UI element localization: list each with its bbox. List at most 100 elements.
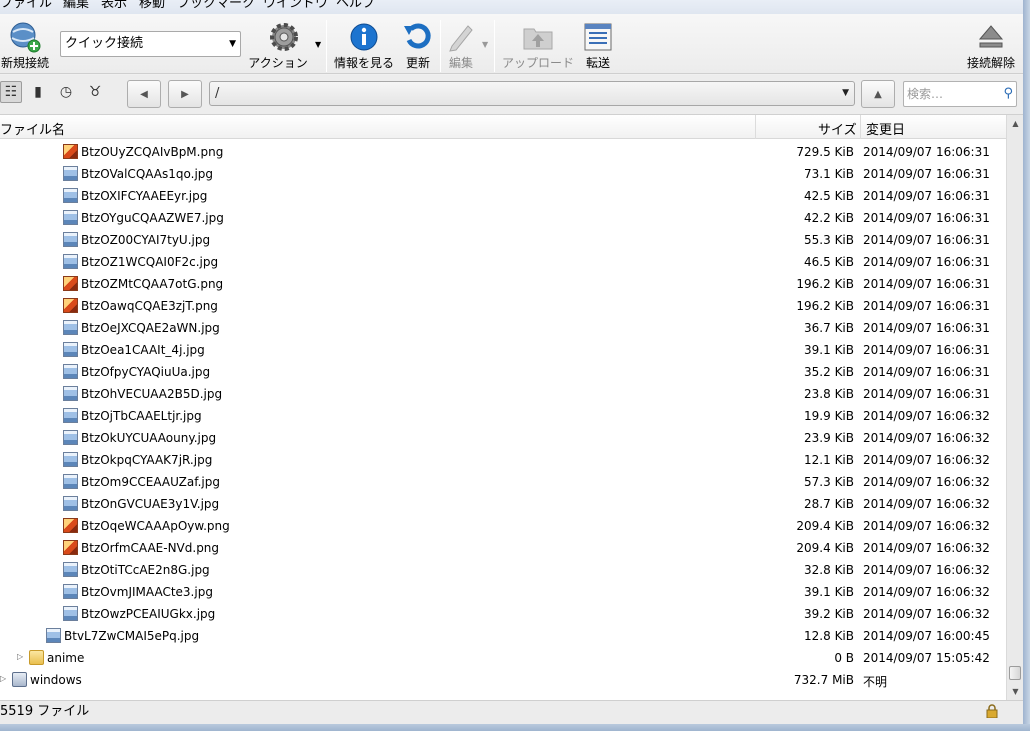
file-row[interactable]: BtzOXIFCYAAEEyr.jpg 42.5 KiB 2014/09/07 16… (0, 185, 1006, 207)
pencil-icon (449, 25, 473, 52)
file-name: BtzOwzPCEAIUGkx.jpg (81, 607, 216, 621)
file-name: BtzOfpyCYAQiuUa.jpg (81, 365, 211, 379)
info-button[interactable]: 情報を見る (334, 14, 394, 74)
file-row[interactable]: BtzOqeWCAAApOyw.png 209.4 KiB 2014/09/07 1… (0, 515, 1006, 537)
history-icon[interactable]: ◷ (55, 81, 77, 103)
vertical-scrollbar[interactable]: ▲ ▼ (1006, 115, 1023, 700)
file-size: 209.4 KiB (796, 519, 854, 533)
png-image-icon (63, 144, 78, 159)
action-label: アクション (248, 56, 308, 70)
file-modified-date: 2014/09/07 16:06:32 (863, 453, 990, 467)
file-row[interactable]: BtzOwzPCEAIUGkx.jpg 39.2 KiB 2014/09/07 16… (0, 603, 1006, 625)
file-count: 5519 ファイル (0, 704, 90, 719)
scroll-down-icon[interactable]: ▼ (1007, 683, 1024, 700)
file-name: windows (30, 673, 82, 687)
file-row[interactable]: BtzOZMtCQAA7otG.png 196.2 KiB 2014/09/07 1… (0, 273, 1006, 295)
back-button[interactable]: ◀ (127, 80, 161, 108)
menu-go[interactable]: 移動 (139, 0, 165, 12)
scroll-up-icon[interactable]: ▲ (1007, 115, 1024, 132)
toolbar-separator (440, 20, 441, 72)
file-modified-date: 2014/09/07 16:06:32 (863, 497, 990, 511)
file-row[interactable]: BtzOUyZCQAIvBpM.png 729.5 KiB 2014/09/07 1… (0, 141, 1006, 163)
file-modified-date: 2014/09/07 16:06:31 (863, 365, 990, 379)
new-connection-button[interactable]: 新規接続 (0, 14, 50, 74)
file-name: BtvL7ZwCMAI5ePq.jpg (64, 629, 200, 643)
transfer-button[interactable]: 転送 (580, 14, 616, 74)
column-header-size[interactable]: サイズ (818, 119, 857, 138)
file-row[interactable]: BtzOValCQAAs1qo.jpg 73.1 KiB 2014/09/07 16… (0, 163, 1006, 185)
file-size: 57.3 KiB (804, 475, 854, 489)
chevron-down-icon: ▼ (315, 40, 322, 49)
file-modified-date: 2014/09/07 16:06:32 (863, 541, 990, 555)
file-modified-date: 2014/09/07 16:06:31 (863, 167, 990, 181)
file-size: 196.2 KiB (796, 299, 854, 313)
file-row[interactable]: BtzOeJXCQAE2aWN.jpg 36.7 KiB 2014/09/07 16… (0, 317, 1006, 339)
jpg-image-icon (63, 474, 78, 489)
file-row[interactable]: BtzOYguCQAAZWE7.jpg 42.2 KiB 2014/09/07 16… (0, 207, 1006, 229)
file-row[interactable]: BtzOm9CCEAAUZaf.jpg 57.3 KiB 2014/09/07 16… (0, 471, 1006, 493)
search-icon: ⚲ (1003, 86, 1013, 101)
file-name: BtzOrfmCAAE-NVd.png (81, 541, 220, 555)
action-button[interactable]: アクション ▼ (244, 14, 324, 74)
file-row[interactable]: BtvL7ZwCMAI5ePq.jpg 12.8 KiB 2014/09/07 16… (0, 625, 1006, 647)
file-name: BtzOZ00CYAI7tyU.jpg (81, 233, 211, 247)
browser-view-icon[interactable]: ☷ (0, 81, 22, 103)
quick-connect-select[interactable]: クイック接続 ▼ (60, 31, 241, 57)
jpg-image-icon (63, 452, 78, 467)
upload-folder-icon (523, 28, 553, 50)
file-row[interactable]: BtzOjTbCAAELtjr.jpg 19.9 KiB 2014/09/07 16… (0, 405, 1006, 427)
drive-icon (12, 672, 27, 687)
parent-directory-button[interactable]: ▲ (861, 80, 895, 108)
bonjour-icon[interactable]: ♉ (84, 81, 106, 103)
file-row[interactable]: BtzOZ00CYAI7tyU.jpg 55.3 KiB 2014/09/07 16… (0, 229, 1006, 251)
refresh-button[interactable]: 更新 (400, 14, 436, 74)
column-header-modified[interactable]: 変更日 (866, 119, 905, 138)
jpg-image-icon (63, 232, 78, 247)
drive-row[interactable]: ▷ windows 732.7 MiB 不明 (0, 669, 1006, 691)
file-size: 39.1 KiB (804, 585, 854, 599)
file-row[interactable]: BtzOhVECUAA2B5D.jpg 23.8 KiB 2014/09/07 16… (0, 383, 1006, 405)
file-row[interactable]: BtzOnGVCUAE3y1V.jpg 28.7 KiB 2014/09/07 16… (0, 493, 1006, 515)
menu-file[interactable]: ファイル (0, 0, 52, 12)
file-row[interactable]: BtzOrfmCAAE-NVd.png 209.4 KiB 2014/09/07 1… (0, 537, 1006, 559)
file-row[interactable]: BtzOtiTCcAE2n8G.jpg 32.8 KiB 2014/09/07 16… (0, 559, 1006, 581)
file-row[interactable]: BtzOawqCQAE3zjT.png 196.2 KiB 2014/09/07 1… (0, 295, 1006, 317)
expand-arrow-icon[interactable]: ▷ (17, 652, 23, 661)
disconnect-button[interactable]: 接続解除 (962, 14, 1020, 74)
menu-edit[interactable]: 編集 (63, 0, 89, 12)
file-row[interactable]: BtzOvmJIMAACte3.jpg 39.1 KiB 2014/09/07 16… (0, 581, 1006, 603)
refresh-label: 更新 (405, 56, 430, 70)
expand-arrow-icon[interactable]: ▷ (0, 674, 6, 683)
menu-window[interactable]: ウインドウ (263, 0, 328, 12)
file-row[interactable]: BtzOZ1WCQAI0F2c.jpg 46.5 KiB 2014/09/07 16… (0, 251, 1006, 273)
upload-button[interactable]: アップロード (500, 14, 576, 74)
folder-icon (29, 650, 44, 665)
transfer-list-icon (584, 23, 612, 51)
file-size: 0 B (834, 651, 854, 665)
file-modified-date: 2014/09/07 16:06:31 (863, 343, 990, 357)
column-header-filename[interactable]: ファイル名 (0, 119, 65, 138)
file-row[interactable]: BtzOkpqCYAAK7jR.jpg 12.1 KiB 2014/09/07 16… (0, 449, 1006, 471)
file-size: 729.5 KiB (796, 145, 854, 159)
jpg-image-icon (63, 496, 78, 511)
scroll-thumb[interactable] (1009, 666, 1021, 680)
file-row[interactable]: BtzOkUYCUAAouny.jpg 23.9 KiB 2014/09/07 16… (0, 427, 1006, 449)
file-browser-list[interactable]: ファイル名 サイズ 変更日 BtzOUyZCQAIvBpM.png 729.5 K… (0, 115, 1006, 700)
path-select[interactable]: / ▼ (209, 81, 855, 106)
forward-button[interactable]: ▶ (168, 80, 202, 108)
search-input[interactable]: 検索… ⚲ (903, 81, 1017, 107)
chevron-down-icon: ▼ (229, 39, 236, 49)
jpg-image-icon (63, 430, 78, 445)
disconnect-label: 接続解除 (966, 56, 1015, 70)
jpg-image-icon (63, 606, 78, 621)
menu-bookmark[interactable]: ブックマーク (177, 0, 255, 12)
menu-help[interactable]: ヘルプ (336, 0, 375, 12)
globe-add-icon (10, 22, 41, 53)
bookmark-icon[interactable]: ▮ (27, 81, 49, 103)
lock-icon (986, 704, 998, 718)
edit-button[interactable]: 編集 ▼ (444, 14, 488, 74)
file-row[interactable]: BtzOfpyCYAQiuUa.jpg 35.2 KiB 2014/09/07 16… (0, 361, 1006, 383)
folder-row[interactable]: ▷ anime 0 B 2014/09/07 15:05:42 (0, 647, 1006, 669)
file-row[interactable]: BtzOea1CAAIt_4j.jpg 39.1 KiB 2014/09/07 16… (0, 339, 1006, 361)
menu-view[interactable]: 表示 (101, 0, 127, 12)
